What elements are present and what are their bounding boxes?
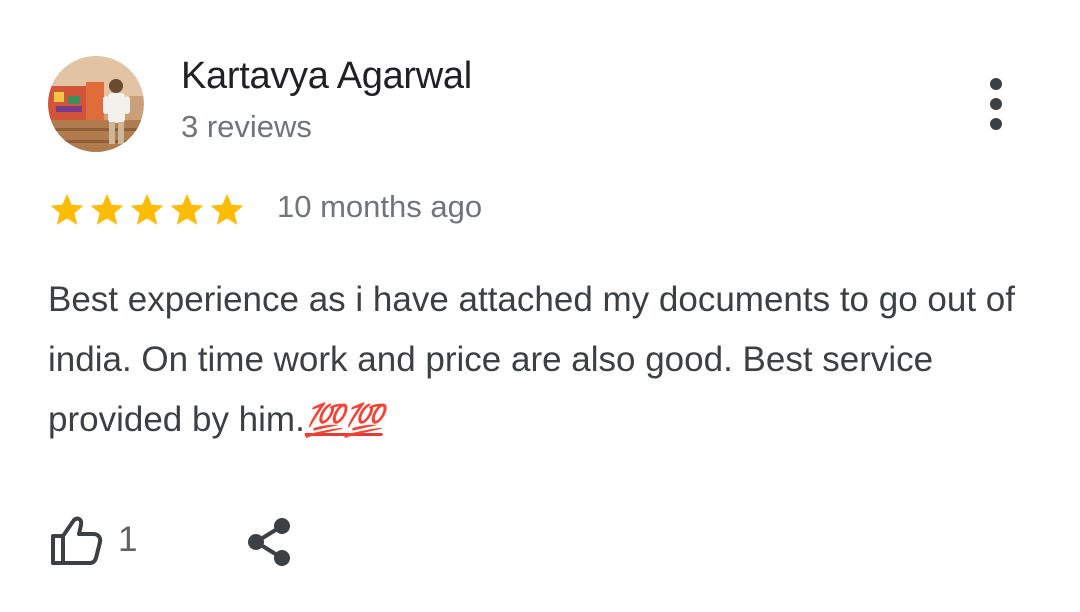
author-name[interactable]: Kartavya Agarwal xyxy=(181,55,472,98)
like-button[interactable]: 1 xyxy=(48,510,137,570)
star-icon xyxy=(168,191,206,229)
review-text: Best experience as i have attached my do… xyxy=(48,270,1048,450)
review-count: 3 reviews xyxy=(181,109,312,144)
star-icon xyxy=(48,191,86,229)
share-icon xyxy=(248,518,290,566)
profile-photo-icon xyxy=(48,56,144,152)
more-options-button[interactable] xyxy=(972,74,1020,134)
stars xyxy=(48,191,246,229)
star-icon xyxy=(128,191,166,229)
more-vert-icon xyxy=(990,78,1002,130)
thumbs-up-icon xyxy=(51,516,103,565)
review-body: Best experience as i have attached my do… xyxy=(48,280,1025,439)
star-icon xyxy=(208,191,246,229)
like-count: 1 xyxy=(118,520,138,559)
share-button[interactable] xyxy=(242,512,298,572)
review-card: Kartavya Agarwal 3 reviews 10 months ago… xyxy=(0,0,1080,612)
avatar[interactable] xyxy=(48,56,144,152)
review-time: 10 months ago xyxy=(277,189,483,224)
hundred-points-emoji: 💯💯 xyxy=(304,402,384,438)
star-icon xyxy=(88,191,126,229)
star-rating xyxy=(48,189,246,231)
